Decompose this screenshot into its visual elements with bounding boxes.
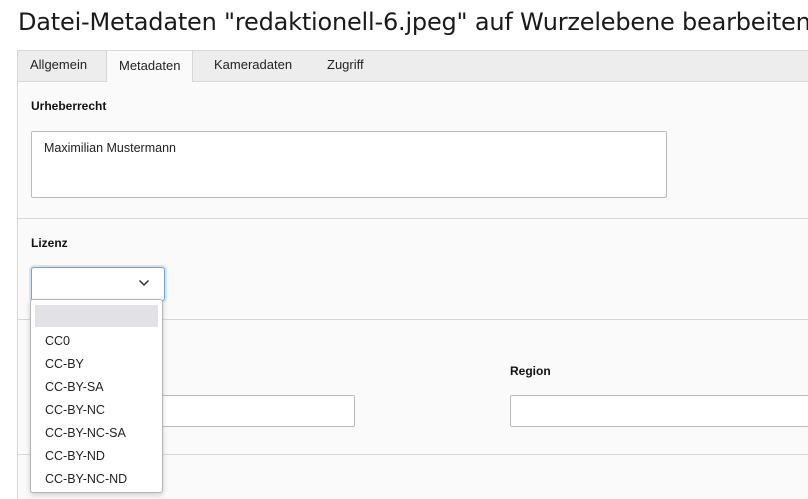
page-title: Datei-Metadaten "redaktionell-6.jpeg" au…	[18, 8, 808, 36]
copyright-textarea[interactable]: Maximilian Mustermann	[31, 131, 667, 198]
license-option-cc0[interactable]: CC0	[35, 330, 158, 353]
region-input[interactable]	[510, 395, 808, 427]
tab-access[interactable]: Zugriff	[315, 50, 376, 82]
license-option-cc-by-nc-nd[interactable]: CC-BY-NC-ND	[35, 468, 158, 491]
license-option-cc-by-nc[interactable]: CC-BY-NC	[35, 399, 158, 422]
license-option-empty[interactable]	[35, 305, 158, 327]
license-option-cc-by-nd[interactable]: CC-BY-ND	[35, 445, 158, 468]
tab-metadata[interactable]: Metadaten	[106, 50, 194, 83]
section-divider	[18, 218, 808, 219]
license-option-cc-by-sa[interactable]: CC-BY-SA	[35, 376, 158, 399]
license-option-cc-by[interactable]: CC-BY	[35, 353, 158, 376]
tab-bar: Allgemein Metadaten Kameradaten Zugriff	[17, 50, 808, 83]
chevron-down-icon	[138, 279, 150, 287]
copyright-label: Urheberrecht	[31, 99, 107, 113]
license-option-cc-by-nc-sa[interactable]: CC-BY-NC-SA	[35, 422, 158, 445]
tab-camera-data[interactable]: Kameradaten	[202, 50, 304, 82]
tab-general[interactable]: Allgemein	[18, 50, 99, 82]
license-dropdown-list: CC0 CC-BY CC-BY-SA CC-BY-NC CC-BY-NC-SA …	[30, 299, 163, 493]
license-select[interactable]	[31, 267, 165, 301]
license-label: Lizenz	[31, 236, 68, 250]
region-label: Region	[510, 364, 551, 378]
